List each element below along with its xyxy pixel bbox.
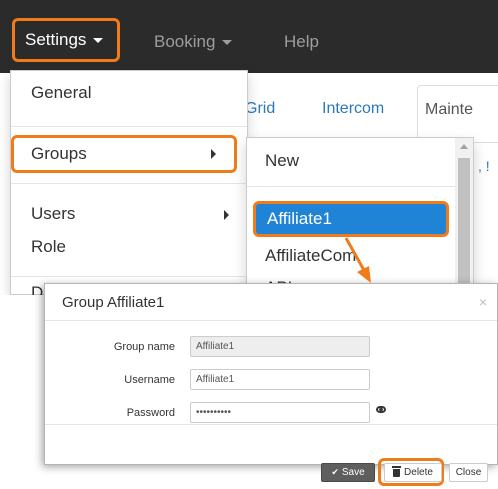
check-icon: ✔ [331,467,339,477]
password-field[interactable] [190,402,370,423]
caret-down-icon [222,39,233,45]
groups-submenu: New Affiliate1 AffiliateCom API [246,137,474,297]
menu-item-groups-label: Groups [31,144,87,163]
dialog-header: Group Affiliate1 × [45,284,497,321]
tab-maintenance-label: Mainte [425,101,474,118]
delete-label: Delete [404,467,433,478]
trash-icon [392,465,402,477]
close-icon[interactable]: × [479,294,487,310]
group-dialog: Group Affiliate1 × Group name Username P… [44,283,498,465]
username-field[interactable] [190,369,370,390]
submenu-divider [247,186,457,187]
menu-item-users-label: Users [31,204,76,223]
username-label: Username [124,374,175,386]
settings-label: Settings [25,30,87,49]
chevron-right-icon [211,149,216,159]
page-background [0,295,44,489]
menu-item-users[interactable]: Users [11,204,247,226]
help-link[interactable]: Help [280,22,319,62]
menu-divider [11,183,247,184]
menu-item-groups[interactable]: Groups [11,135,237,173]
submenu-item-affiliate1[interactable]: Affiliate1 [253,201,449,237]
close-label: Close [455,467,482,478]
eye-icon[interactable] [376,406,386,413]
settings-menu-toggle[interactable]: Settings [12,18,120,62]
submenu-item-affiliate1-label: Affiliate1 [267,209,332,228]
submenu-item-new[interactable]: New [265,151,299,171]
booking-label: Booking [154,32,216,51]
password-label: Password [126,407,175,419]
background-tabs: Grid Intercom Mainte [245,73,498,145]
menu-divider [11,126,247,127]
tab-intercom[interactable]: Intercom [322,100,384,118]
chevron-right-icon [224,210,229,220]
delete-button[interactable]: Delete [384,463,442,482]
dialog-footer-divider [45,424,497,425]
tab-grid[interactable]: Grid [245,100,275,118]
dialog-title: Group Affiliate1 [62,294,165,311]
top-navbar: Settings Booking Help [0,0,498,73]
menu-divider [11,276,247,277]
save-label: Save [341,467,365,478]
scroll-up-icon[interactable] [460,144,468,149]
tab-maintenance[interactable]: Mainte [417,85,498,145]
caret-down-icon [93,37,104,43]
settings-dropdown: General Groups Users Role D [10,70,248,302]
group-name-field[interactable] [190,336,370,357]
close-button[interactable]: Close [449,463,488,482]
booking-menu-toggle[interactable]: Booking [150,22,233,62]
help-label: Help [284,32,319,51]
background-peek-text: , ! [478,158,490,174]
submenu-scrollbar[interactable] [455,138,473,296]
save-button[interactable]: ✔ Save [321,463,375,482]
group-name-label: Group name [113,341,175,353]
scroll-thumb[interactable] [458,158,470,296]
submenu-item-affiliatecom[interactable]: AffiliateCom [265,246,356,266]
menu-item-general[interactable]: General [11,83,247,103]
menu-item-role[interactable]: Role [11,237,247,257]
